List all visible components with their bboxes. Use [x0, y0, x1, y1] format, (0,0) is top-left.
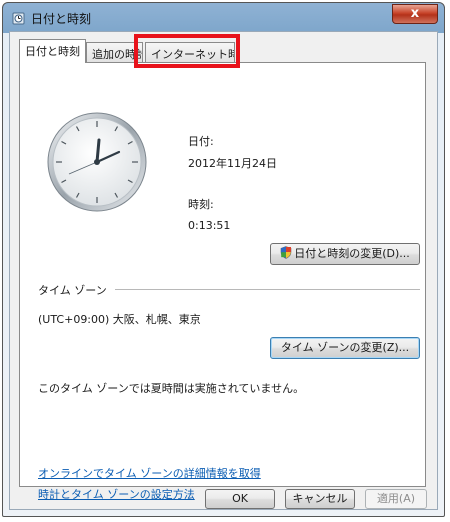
window-title: 日付と時刻 [31, 12, 92, 26]
dialog-body: 日付と時刻 追加の時計 インターネット時刻 [9, 31, 438, 510]
time-value: 0:13:51 [188, 219, 231, 232]
date-value: 2012年11月24日 [188, 157, 277, 170]
close-button[interactable]: x [392, 4, 438, 24]
timezone-help-link[interactable]: 時計とタイム ゾーンの設定方法 [38, 486, 195, 502]
analog-clock [47, 112, 147, 212]
apply-button[interactable]: 適用(A) [365, 489, 427, 509]
ok-button[interactable]: OK [205, 489, 275, 509]
dst-note: このタイム ゾーンでは夏時間は実施されていません。 [38, 382, 305, 395]
clock-icon [12, 12, 25, 25]
shield-icon [280, 246, 292, 259]
highlight-box [134, 34, 240, 68]
date-time-dialog: 日付と時刻 x 日付と時刻 追加の時計 インターネット時刻 [2, 2, 445, 517]
time-label: 時刻: [188, 198, 214, 211]
online-timezone-info-link[interactable]: オンラインでタイム ゾーンの詳細情報を取得 [38, 465, 261, 481]
timezone-separator [115, 289, 420, 290]
date-label: 日付: [188, 135, 214, 148]
timezone-value: (UTC+09:00) 大阪、札幌、東京 [38, 313, 201, 326]
title-bar[interactable]: 日付と時刻 x [3, 3, 444, 31]
tab-panel-date-time: 日付: 2012年11月24日 時刻: 0:13:51 日付と時刻の変更(D).… [19, 62, 426, 501]
change-timezone-button[interactable]: タイム ゾーンの変更(Z)... [270, 337, 420, 359]
tab-date-time[interactable]: 日付と時刻 [19, 39, 86, 63]
change-date-time-label: 日付と時刻の変更(D)... [294, 247, 410, 260]
change-date-time-button[interactable]: 日付と時刻の変更(D)... [270, 243, 420, 265]
timezone-section-label: タイム ゾーン [38, 284, 107, 297]
cancel-button[interactable]: キャンセル [285, 489, 355, 509]
